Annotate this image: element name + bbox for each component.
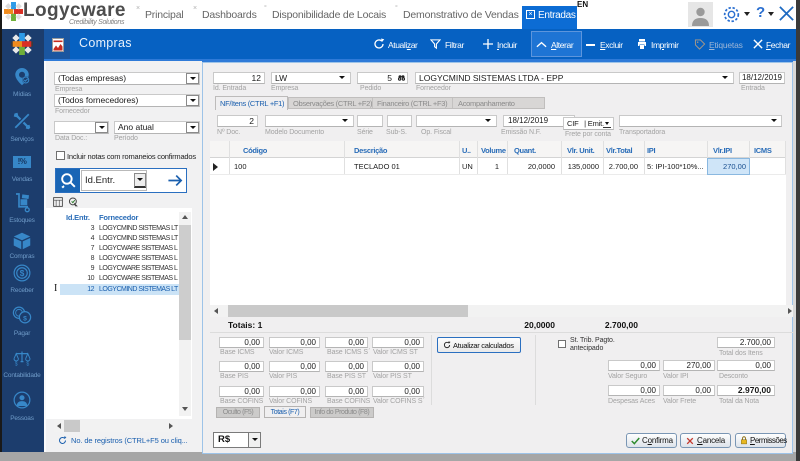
svg-text:$: $ [26, 361, 29, 366]
svg-text:$: $ [20, 269, 25, 278]
svg-text:$: $ [15, 361, 18, 366]
svg-text:$: $ [23, 315, 27, 322]
